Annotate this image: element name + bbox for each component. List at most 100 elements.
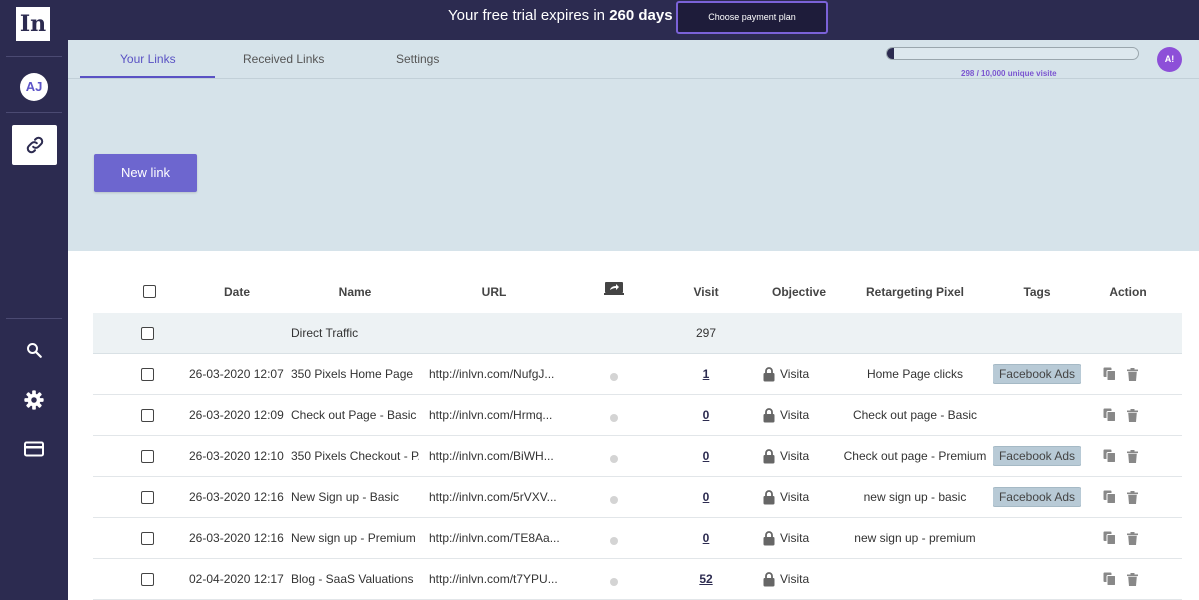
row-actions bbox=[1103, 559, 1153, 599]
user-avatar[interactable]: A! bbox=[1157, 47, 1182, 72]
tab-settings[interactable]: Settings bbox=[396, 52, 439, 66]
sidebar-item-billing[interactable] bbox=[22, 437, 46, 461]
credit-card-icon bbox=[24, 441, 44, 457]
row-checkbox[interactable] bbox=[141, 490, 154, 504]
select-all-checkbox[interactable] bbox=[142, 285, 156, 298]
row-visit-link[interactable]: 1 bbox=[703, 367, 710, 381]
delete-link-button[interactable] bbox=[1127, 367, 1138, 381]
row-checkbox[interactable] bbox=[141, 449, 154, 463]
row-checkbox-cell bbox=[141, 559, 157, 599]
table-row: 02-04-2020 12:17 Blog - SaaS Valuations ht… bbox=[93, 559, 1182, 600]
row-url[interactable]: http://inlvn.com/TE8Aa... bbox=[429, 518, 559, 558]
preview-status-dot bbox=[610, 537, 618, 545]
row-actions bbox=[1103, 518, 1153, 558]
row-retargeting-pixel bbox=[841, 559, 989, 599]
app-logo[interactable]: In bbox=[16, 7, 50, 41]
copy-link-button[interactable] bbox=[1103, 490, 1116, 504]
row-checkbox-cell bbox=[141, 518, 157, 558]
delete-link-button[interactable] bbox=[1127, 449, 1138, 463]
row-tag[interactable]: Facebook Ads bbox=[993, 364, 1081, 384]
row-url[interactable]: http://inlvn.com/Hrmq... bbox=[429, 395, 559, 435]
trash-icon bbox=[1127, 531, 1138, 545]
row-objective-cell: Visita bbox=[763, 559, 835, 599]
tab-received-links[interactable]: Received Links bbox=[243, 52, 324, 66]
tab-your-links[interactable]: Your Links bbox=[120, 52, 176, 66]
copy-link-button[interactable] bbox=[1103, 449, 1116, 463]
sidebar-divider bbox=[6, 112, 62, 113]
column-header-tags[interactable]: Tags bbox=[993, 270, 1081, 313]
row-url[interactable]: http://inlvn.com/BiWH... bbox=[429, 436, 559, 476]
row-visit-link[interactable]: 0 bbox=[703, 490, 710, 504]
column-header-objective[interactable]: Objective bbox=[763, 270, 835, 313]
preview-status-dot bbox=[610, 414, 618, 422]
row-objective-cell: Visita bbox=[763, 395, 835, 435]
screen-share-icon bbox=[604, 281, 624, 295]
row-preview-cell bbox=[606, 395, 622, 435]
row-date: 26-03-2020 12:16 bbox=[189, 490, 284, 504]
new-link-button[interactable]: New link bbox=[94, 154, 197, 192]
sidebar-item-links[interactable] bbox=[12, 125, 57, 165]
copy-link-button[interactable] bbox=[1103, 572, 1116, 586]
row-url[interactable]: http://inlvn.com/NufgJ... bbox=[429, 354, 559, 394]
row-tag[interactable]: Facebook Ads bbox=[993, 446, 1081, 466]
copy-link-button[interactable] bbox=[1103, 408, 1116, 422]
delete-link-button[interactable] bbox=[1127, 408, 1138, 422]
column-header-date[interactable]: Date bbox=[189, 270, 285, 313]
delete-link-button[interactable] bbox=[1127, 572, 1138, 586]
row-tags-cell bbox=[993, 395, 1081, 435]
table-row: 26-03-2020 12:07 350 Pixels Home Page http… bbox=[93, 354, 1182, 395]
row-objective: Visita bbox=[780, 449, 810, 463]
row-retargeting-pixel: Home Page clicks bbox=[866, 367, 964, 381]
copy-link-button[interactable] bbox=[1103, 531, 1116, 545]
row-name: 350 Pixels Home Page bbox=[291, 367, 414, 381]
copy-icon bbox=[1103, 367, 1116, 381]
row-checkbox[interactable] bbox=[141, 326, 154, 340]
delete-link-button[interactable] bbox=[1127, 490, 1138, 504]
row-url[interactable]: http://inlvn.com/5rVXV... bbox=[429, 477, 559, 517]
row-retargeting-pixel: Check out page - Premium bbox=[843, 449, 987, 463]
row-checkbox[interactable] bbox=[141, 572, 154, 586]
row-tags-cell: Facebook Ads bbox=[993, 436, 1081, 476]
row-visit-link[interactable]: 52 bbox=[699, 572, 712, 586]
search-icon bbox=[27, 343, 42, 358]
row-visit-link[interactable]: 0 bbox=[703, 408, 710, 422]
table-row: 26-03-2020 12:16 New sign up - Premium htt… bbox=[93, 518, 1182, 559]
row-name: New sign up - Premium bbox=[291, 531, 416, 545]
row-visit-link[interactable]: 0 bbox=[703, 531, 710, 545]
row-checkbox-cell bbox=[141, 354, 157, 394]
row-objective: Visita bbox=[780, 490, 810, 504]
row-date: 26-03-2020 12:10 bbox=[189, 449, 284, 463]
row-tag[interactable]: Facebook Ads bbox=[993, 487, 1081, 507]
copy-icon bbox=[1103, 408, 1116, 422]
sidebar-avatar[interactable]: AJ bbox=[20, 73, 48, 101]
row-url[interactable]: http://inlvn.com/t7YPU... bbox=[429, 559, 559, 599]
column-header-retargeting-pixel[interactable]: Retargeting Pixel bbox=[841, 270, 989, 313]
column-header-name[interactable]: Name bbox=[291, 270, 419, 313]
row-checkbox[interactable] bbox=[141, 531, 154, 545]
sidebar-divider bbox=[6, 318, 62, 319]
table-header-row: Date Name URL Visit Objective Retargetin… bbox=[93, 270, 1182, 313]
column-header-url[interactable]: URL bbox=[429, 270, 559, 313]
row-retargeting-pixel: Check out page - Basic bbox=[852, 408, 978, 422]
trash-icon bbox=[1127, 449, 1138, 463]
row-name: Blog - SaaS Valuations bbox=[291, 572, 414, 586]
row-preview-cell bbox=[606, 354, 622, 394]
copy-link-button[interactable] bbox=[1103, 367, 1116, 381]
column-header-visit[interactable]: Visit bbox=[673, 270, 739, 313]
delete-link-button[interactable] bbox=[1127, 531, 1138, 545]
row-objective-cell: Visita bbox=[763, 354, 835, 394]
trial-days: 260 days bbox=[609, 7, 673, 24]
row-name: Check out Page - Basic bbox=[291, 408, 417, 422]
row-checkbox[interactable] bbox=[141, 408, 154, 422]
row-tags-cell: Facebook Ads bbox=[993, 354, 1081, 394]
row-retargeting-pixel: new sign up - basic bbox=[863, 490, 967, 504]
choose-payment-plan-button[interactable]: Choose payment plan bbox=[676, 1, 828, 34]
sidebar-item-search[interactable] bbox=[22, 338, 46, 362]
row-visit-link[interactable]: 0 bbox=[703, 449, 710, 463]
row-visit-cell: 0 bbox=[673, 518, 739, 558]
row-retargeting-pixel: new sign up - premium bbox=[854, 531, 976, 545]
sidebar-item-settings[interactable] bbox=[22, 388, 46, 412]
row-objective: Visita bbox=[780, 408, 810, 422]
row-checkbox[interactable] bbox=[141, 367, 154, 381]
preview-status-dot bbox=[610, 578, 618, 586]
